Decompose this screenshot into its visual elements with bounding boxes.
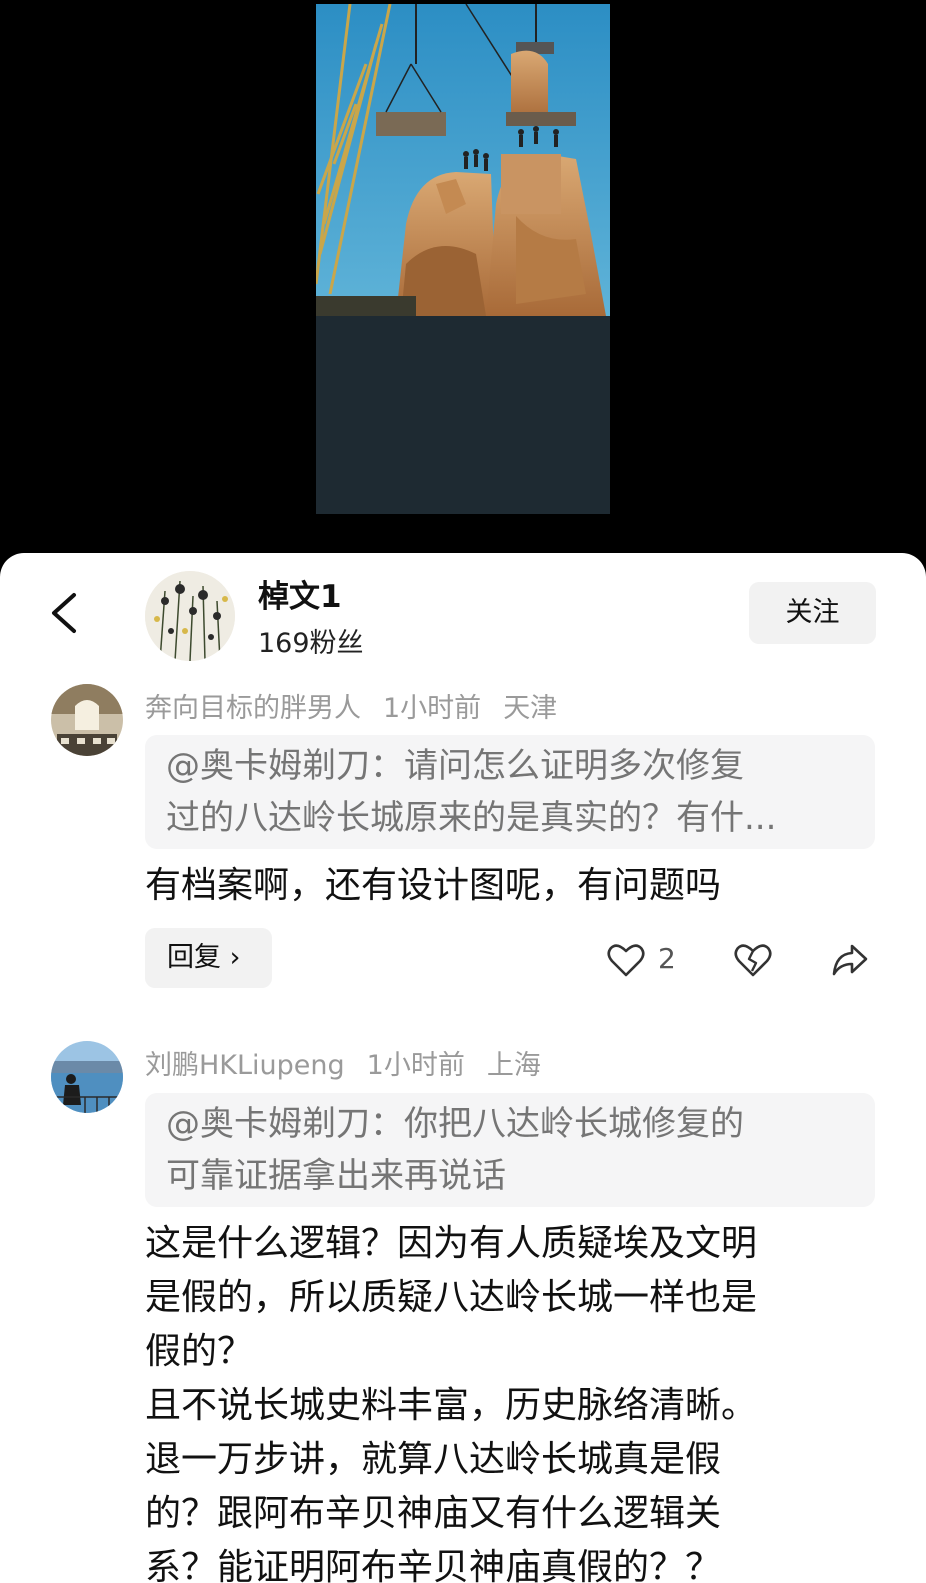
like-count: 2 bbox=[658, 942, 676, 975]
comment-text-line: 的？跟阿布辛贝神庙又有什么逻辑关 bbox=[145, 1493, 722, 1534]
comment-location: 上海 bbox=[486, 1050, 541, 1081]
heart-icon[interactable] bbox=[606, 940, 646, 980]
comment-text-line: 是假的，所以质疑八达岭长城一样也是 bbox=[145, 1277, 758, 1318]
comment-text-line: 且不说长城史料丰富，历史脉络清晰。 bbox=[145, 1385, 758, 1426]
comment-username[interactable]: 刘鹏HKLiupeng bbox=[145, 1050, 345, 1081]
author-name[interactable]: 棹文1 bbox=[258, 571, 342, 616]
comment-meta: 奔向目标的胖男人 1小时前 天津 bbox=[145, 686, 579, 725]
comment-username[interactable]: 奔向目标的胖男人 bbox=[145, 693, 361, 724]
back-chevron-icon[interactable] bbox=[44, 591, 84, 635]
comment-text: 这是什么逻辑？因为有人质疑埃及文明 是假的，所以质疑八达岭长城一样也是 假的？ … bbox=[145, 1217, 875, 1583]
quote-line: @奥卡姆剃刀：你把八达岭长城修复的 bbox=[166, 1104, 744, 1144]
comment-location: 天津 bbox=[503, 693, 558, 724]
quote-line: 过的八达岭长城原来的是真实的？有什... bbox=[166, 798, 777, 838]
video-frame[interactable] bbox=[316, 4, 610, 514]
seaside-avatar-image bbox=[51, 1041, 123, 1113]
comment-text-line: 这是什么逻辑？因为有人质疑埃及文明 bbox=[145, 1223, 758, 1264]
quote-line: 可靠证据拿出来再说话 bbox=[166, 1156, 506, 1196]
commenter-avatar[interactable] bbox=[51, 1041, 123, 1113]
follow-button[interactable]: 关注 bbox=[749, 582, 876, 644]
comment-text-line: 假的？ bbox=[145, 1331, 254, 1372]
quoted-comment[interactable]: @奥卡姆剃刀：请问怎么证明多次修复 过的八达岭长城原来的是真实的？有什... bbox=[145, 735, 875, 849]
floral-avatar-image bbox=[145, 571, 235, 661]
quote-line: @奥卡姆剃刀：请问怎么证明多次修复 bbox=[166, 746, 744, 786]
author-fans-count: 169粉丝 bbox=[258, 628, 364, 659]
author-avatar[interactable] bbox=[145, 571, 235, 661]
comment-text-line: 退一万步讲，就算八达岭长城真是假 bbox=[145, 1439, 722, 1480]
temple-relocation-photo bbox=[316, 4, 610, 316]
commenter-avatar[interactable] bbox=[51, 684, 123, 756]
comment-sheet: 棹文1 169粉丝 关注 奔向目标的胖男人 1小时前 天津 @奥卡姆剃刀：请问怎么证… bbox=[0, 553, 926, 1583]
media-viewer bbox=[0, 0, 926, 553]
comment-text-line: 系？能证明阿布辛贝神庙真假的？？ bbox=[145, 1547, 722, 1583]
comment-meta: 刘鹏HKLiupeng 1小时前 上海 bbox=[145, 1043, 563, 1082]
interior-avatar-image bbox=[51, 684, 123, 756]
comment-text: 有档案啊，还有设计图呢，有问题吗 bbox=[145, 865, 722, 906]
quoted-comment[interactable]: @奥卡姆剃刀：你把八达岭长城修复的 可靠证据拿出来再说话 bbox=[145, 1093, 875, 1207]
share-arrow-icon[interactable] bbox=[830, 940, 870, 980]
reply-button[interactable]: 回复 › bbox=[145, 928, 272, 988]
comment-time: 1小时前 bbox=[383, 693, 482, 724]
comment-time: 1小时前 bbox=[366, 1050, 465, 1081]
broken-heart-icon[interactable] bbox=[733, 940, 773, 980]
